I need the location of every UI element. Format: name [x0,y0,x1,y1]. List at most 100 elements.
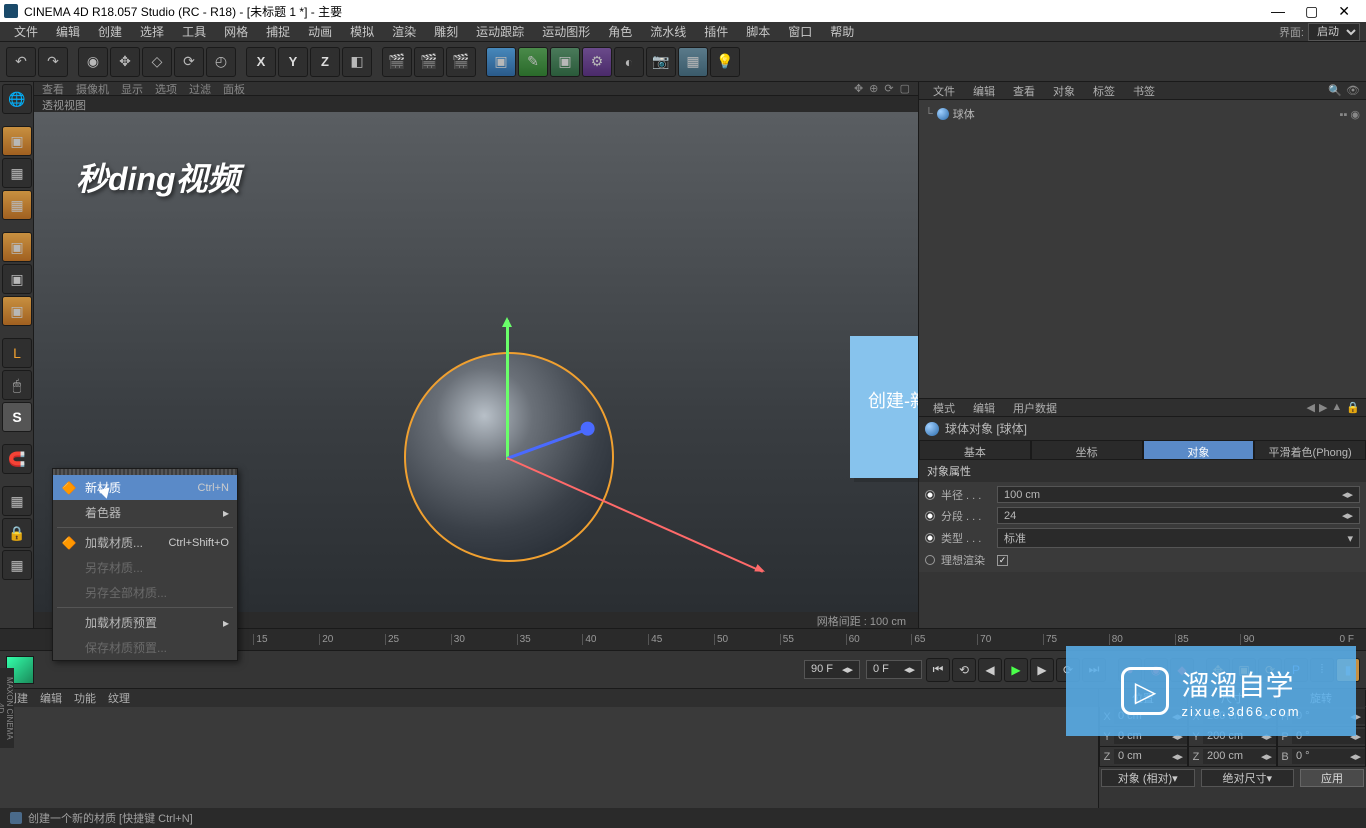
mat-edit[interactable]: 编辑 [40,690,62,706]
rotate-button[interactable]: ⟳ [174,47,204,77]
radio-icon[interactable] [925,511,935,521]
menu-window[interactable]: 窗口 [780,21,820,42]
vp-zoom-icon[interactable]: ⊕ [869,82,878,95]
recent-button[interactable]: ◴ [206,47,236,77]
z-axis-lock[interactable]: Z [310,47,340,77]
radio-icon[interactable] [925,555,935,565]
polygon-mode[interactable]: ▣ [2,296,32,326]
radio-icon[interactable] [925,490,935,500]
edge-mode[interactable]: ▣ [2,264,32,294]
am-next-icon[interactable]: ▶ [1319,401,1327,414]
layout-select[interactable]: 启动 [1308,23,1360,41]
menu-create[interactable]: 创建 [90,21,130,42]
magnet-button[interactable]: 🧲 [2,444,32,474]
lock-button[interactable]: 🔒 [2,518,32,548]
vp-filter[interactable]: 过滤 [189,81,211,97]
coord-system-button[interactable]: ◧ [342,47,372,77]
play-button[interactable]: ▶ [1004,658,1028,682]
generator-button[interactable]: ▣ [550,47,580,77]
light-button[interactable]: 💡 [710,47,740,77]
menu-edit[interactable]: 编辑 [48,21,88,42]
object-row-sphere[interactable]: └ 球体 ▪▪ ◉ [923,104,1362,124]
menu-character[interactable]: 角色 [600,21,640,42]
om-file[interactable]: 文件 [925,82,963,100]
camera-button[interactable]: 📷 [646,47,676,77]
menu-sculpt[interactable]: 雕刻 [426,21,466,42]
y-axis-gizmo[interactable] [506,320,509,460]
vp-view[interactable]: 查看 [42,81,64,97]
om-bookmarks[interactable]: 书签 [1125,82,1163,100]
pos-input[interactable]: 0 cm◂▸ [1114,749,1187,764]
menu-snap[interactable]: 捕捉 [258,21,298,42]
maximize-button[interactable]: ▢ [1305,3,1318,20]
apply-button[interactable]: 应用 [1300,769,1364,787]
snap-mode[interactable]: S [2,402,32,432]
undo-button[interactable]: ↶ [6,47,36,77]
close-button[interactable]: ✕ [1338,3,1350,20]
render-pv-button[interactable]: 🎬 [414,47,444,77]
context-item[interactable]: 着色器▸ [53,500,237,525]
segments-input[interactable]: 24◂▸ [997,507,1360,524]
move-button[interactable]: ✥ [110,47,140,77]
menu-select[interactable]: 选择 [132,21,172,42]
live-select-button[interactable]: ◉ [78,47,108,77]
axis-mode[interactable]: L [2,338,32,368]
coord-mode-a[interactable]: 对象 (相对) ▾ [1101,769,1195,787]
model-mode[interactable]: ▣ [2,126,32,156]
rot-input[interactable]: 0 °◂▸ [1292,749,1365,764]
size-input[interactable]: 200 cm◂▸ [1203,749,1276,764]
attr-tab-phong[interactable]: 平滑着色(Phong) [1254,440,1366,460]
scale-button[interactable]: ◇ [142,47,172,77]
vp-options[interactable]: 选项 [155,81,177,97]
menu-mesh[interactable]: 网格 [216,21,256,42]
vp-nav-icon[interactable]: ✥ [854,82,863,95]
om-eye-icon[interactable]: 👁 [1346,84,1360,97]
attr-tab-basic[interactable]: 基本 [919,440,1031,460]
context-item[interactable]: 加载材质预置▸ [53,610,237,635]
type-select[interactable]: 标准▾ [997,528,1360,548]
om-search-icon[interactable]: 🔍 [1328,84,1342,97]
redo-button[interactable]: ↷ [38,47,68,77]
menu-file[interactable]: 文件 [6,21,46,42]
context-item[interactable]: 🔶新材质Ctrl+N [53,475,237,500]
am-mode[interactable]: 模式 [925,399,963,417]
om-objects[interactable]: 对象 [1045,82,1083,100]
vp-maximize-icon[interactable]: ▢ [900,82,910,95]
render-settings-button[interactable]: 🎬 [446,47,476,77]
menu-script[interactable]: 脚本 [738,21,778,42]
ideal-checkbox[interactable]: ✓ [997,555,1008,566]
environment-button[interactable]: ◐ [614,47,644,77]
frame-current-input[interactable]: 0 F◂▸ [866,660,922,679]
am-userdata[interactable]: 用户数据 [1005,399,1065,417]
vp-display[interactable]: 显示 [121,81,143,97]
render-view-button[interactable]: 🎬 [382,47,412,77]
menu-track[interactable]: 运动跟踪 [468,21,532,42]
deformer-button[interactable]: ⚙ [582,47,612,77]
minimize-button[interactable]: — [1271,3,1285,20]
vp-panel[interactable]: 面板 [223,81,245,97]
prev-frame-button[interactable]: ◀ [978,658,1002,682]
menu-simulate[interactable]: 模拟 [342,21,382,42]
om-view[interactable]: 查看 [1005,82,1043,100]
goto-prevkey-button[interactable]: ⟲ [952,658,976,682]
menu-tools[interactable]: 工具 [174,21,214,42]
coord-mode-b[interactable]: 绝对尺寸 ▾ [1201,769,1295,787]
menu-help[interactable]: 帮助 [822,21,862,42]
menu-pipeline[interactable]: 流水线 [642,21,694,42]
y-axis-lock[interactable]: Y [278,47,308,77]
menu-animate[interactable]: 动画 [300,21,340,42]
make-editable-button[interactable]: 🌐 [2,84,32,114]
om-tags[interactable]: 标签 [1085,82,1123,100]
next-frame-button[interactable]: ▶ [1030,658,1054,682]
om-edit[interactable]: 编辑 [965,82,1003,100]
attr-tab-coord[interactable]: 坐标 [1031,440,1143,460]
menu-plugins[interactable]: 插件 [696,21,736,42]
viewport-solo[interactable]: ▦ [2,486,32,516]
am-edit[interactable]: 编辑 [965,399,1003,417]
point-mode[interactable]: ▣ [2,232,32,262]
floor-button[interactable]: ▦ [678,47,708,77]
object-visibility[interactable]: ▪▪ ◉ [1340,108,1360,121]
primitive-button[interactable]: ▣ [486,47,516,77]
material-list[interactable] [0,707,1098,808]
goto-start-button[interactable]: ⏮ [926,658,950,682]
